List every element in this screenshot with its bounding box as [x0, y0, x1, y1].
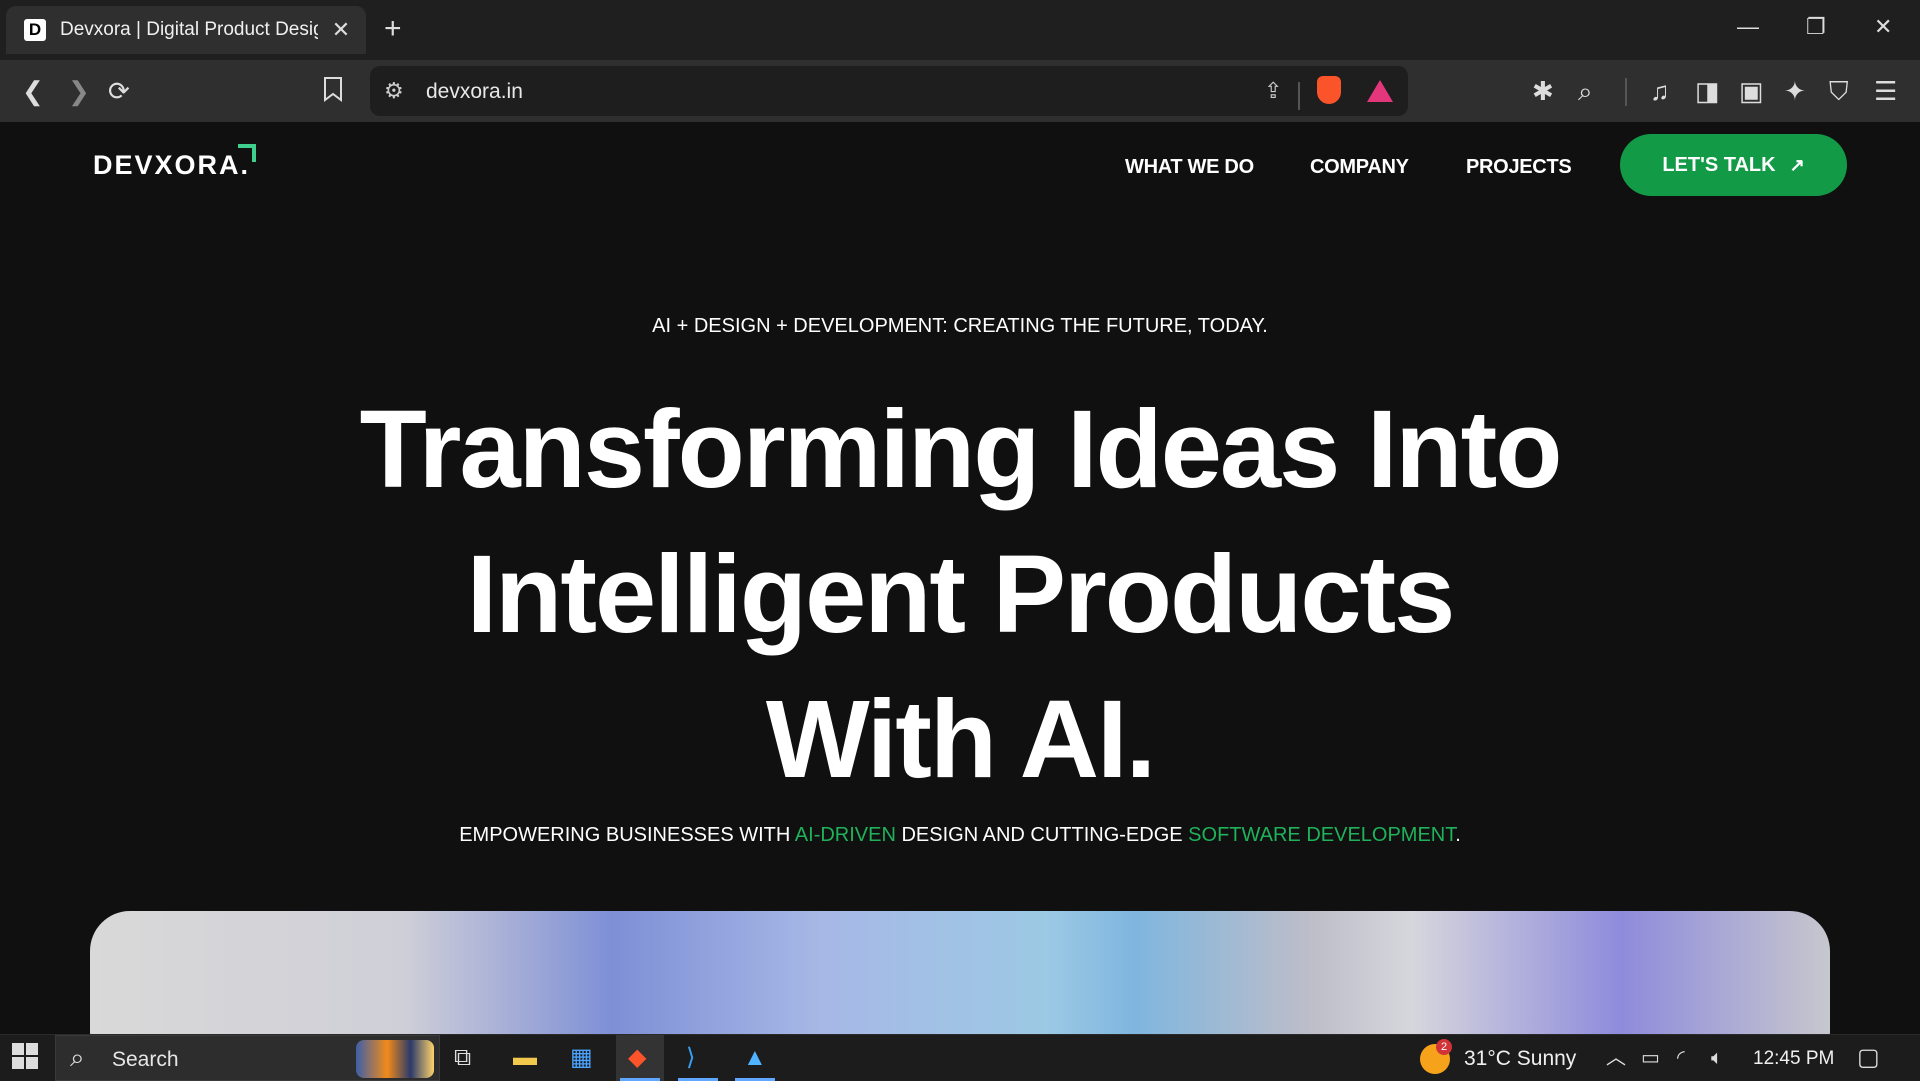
wifi-icon[interactable]: ◜ [1677, 1043, 1685, 1073]
task-view-icon[interactable]: ⧉ [454, 1043, 471, 1073]
search-input[interactable]: Search [112, 1048, 179, 1072]
url-text[interactable]: devxora.in [426, 80, 523, 104]
lets-talk-button[interactable]: LET'S TALK ↗ [1620, 134, 1847, 196]
sub-text-1: EMPOWERING BUSINESSES WITH [459, 824, 795, 846]
tray-chevron-up-icon[interactable]: ︿ [1606, 1043, 1626, 1073]
browser-tab[interactable]: D Devxora | Digital Product Design ✕ [6, 6, 366, 54]
restore-button[interactable]: ❐ [1806, 14, 1826, 40]
hero-media-banner [90, 911, 1830, 1034]
hero-line-1: Transforming Ideas Into [359, 388, 1563, 511]
volume-icon[interactable]: 🔈︎ [1711, 1043, 1723, 1073]
sub-text-2: DESIGN AND CUTTING-EDGE [895, 824, 1189, 846]
start-icon[interactable] [12, 1043, 38, 1077]
bookmark-icon[interactable] [322, 76, 344, 108]
web-page: DEVXORA. WHAT WE DO COMPANY PROJECTS LET… [0, 122, 1920, 1034]
divider [1298, 82, 1300, 110]
sub-accent-software-development: SOFTWARE DEVELOPMENT [1188, 824, 1456, 846]
tab-title: Devxora | Digital Product Design [60, 19, 318, 40]
store-icon[interactable]: ▦ [570, 1043, 593, 1073]
leo-ai-icon[interactable]: ✦ [1784, 76, 1806, 106]
page-search-icon[interactable]: ⌕ [1578, 76, 1593, 106]
wallet-icon[interactable]: ▣ [1739, 76, 1764, 106]
back-icon[interactable]: ❮ [22, 76, 44, 106]
menu-icon[interactable]: ☰ [1874, 76, 1897, 106]
weather-badge: 2 [1436, 1039, 1452, 1055]
search-icon: ⌕ [70, 1042, 85, 1072]
browser-tab-bar: D Devxora | Digital Product Design ✕ + —… [0, 0, 1920, 60]
extensions-icon[interactable]: ✱ [1532, 76, 1554, 106]
vscode-icon[interactable]: ⟩ [686, 1043, 695, 1073]
clock[interactable]: 12:45 PM [1753, 1048, 1834, 1070]
lets-talk-label: LET'S TALK [1662, 153, 1776, 176]
site-favicon-icon: D [24, 19, 46, 41]
brave-taskbar-icon[interactable]: ◆ [628, 1043, 646, 1073]
nav-company[interactable]: COMPANY [1310, 156, 1409, 179]
nav-what-we-do[interactable]: WHAT WE DO [1125, 156, 1254, 179]
reload-icon[interactable]: ⟳ [108, 76, 130, 106]
photos-app-icon[interactable]: ▲ [743, 1043, 767, 1073]
nav-projects[interactable]: PROJECTS [1466, 156, 1572, 179]
divider [1625, 78, 1627, 106]
search-highlight-image [356, 1040, 434, 1078]
site-logo[interactable]: DEVXORA. [93, 150, 250, 181]
close-window-button[interactable]: ✕ [1874, 14, 1892, 40]
new-tab-button[interactable]: + [384, 12, 402, 46]
share-icon[interactable]: ⇪ [1264, 78, 1282, 104]
notifications-icon[interactable]: ▢ [1857, 1043, 1880, 1073]
windows-taskbar: ⌕ Search ⧉ ▬ ▦ ◆ ⟩ ▲ 2 31°C Sunny ︿ ▭ ◜ … [0, 1034, 1920, 1081]
site-settings-icon[interactable]: ⚙ [384, 78, 404, 104]
hero-eyebrow: AI + DESIGN + DEVELOPMENT: CREATING THE … [652, 315, 1268, 337]
browser-toolbar: ❮ ❯ ⟳ ⚙ devxora.in ⇪ ✱ ⌕ ♫ ◨ ▣ ✦ ⛉ ☰ [0, 60, 1920, 122]
sidebar-icon[interactable]: ◨ [1695, 76, 1720, 106]
logo-arrow-icon [238, 144, 256, 162]
battery-icon[interactable]: ▭ [1641, 1043, 1660, 1073]
vpn-shield-icon[interactable]: ⛉ [1829, 76, 1849, 106]
sub-accent-ai-driven: AI-DRIVEN [794, 824, 896, 846]
minimize-button[interactable]: — [1737, 14, 1759, 40]
hero-line-2: Intelligent Products [466, 533, 1456, 656]
media-icon[interactable]: ♫ [1650, 76, 1670, 106]
forward-icon[interactable]: ❯ [68, 76, 90, 106]
weather-text[interactable]: 31°C Sunny [1464, 1047, 1576, 1071]
brave-shields-icon[interactable] [1317, 76, 1341, 104]
hero-subheading: EMPOWERING BUSINESSES WITH AI-DRIVEN DES… [0, 824, 1920, 847]
close-tab-icon[interactable]: ✕ [328, 17, 354, 43]
hero-heading: Transforming Ideas Into Intelligent Prod… [0, 377, 1920, 812]
taskbar-search-box[interactable]: ⌕ Search [55, 1035, 440, 1081]
address-bar[interactable]: ⚙ devxora.in ⇪ [370, 66, 1408, 116]
brave-rewards-icon[interactable] [1367, 80, 1393, 102]
arrow-up-right-icon: ↗ [1789, 154, 1805, 175]
sub-text-3: . [1455, 824, 1461, 846]
hero-line-3: With AI. [765, 678, 1156, 801]
file-explorer-icon[interactable]: ▬ [513, 1043, 537, 1073]
